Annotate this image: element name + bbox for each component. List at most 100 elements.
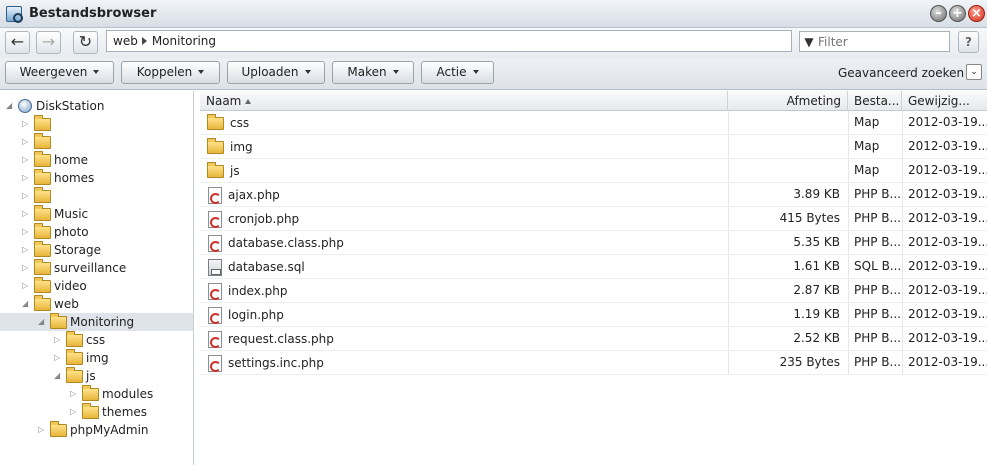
refresh-button[interactable]: ↻ [73,31,98,54]
folder-icon [82,384,99,401]
tree-node-web[interactable]: ◢ web [22,294,79,313]
expand-triangle-icon[interactable]: ▷ [22,138,30,146]
expand-triangle-icon[interactable]: ▷ [22,156,30,164]
expand-triangle-icon[interactable]: ▷ [70,390,78,398]
open-folder-icon [34,294,51,311]
tree-node-phpmyadmin[interactable]: ▷ phpMyAdmin [38,420,149,439]
tree-label: home [54,153,89,167]
weergeven-label: Weergeven [19,65,88,79]
window-controls: – + × [930,5,985,22]
column-label: Afmeting [786,94,841,108]
tree-node-homes[interactable]: ▷ homes [22,168,94,187]
table-row[interactable]: database.class.php 5.35 KB PHP B... 2012… [200,231,987,255]
collapse-triangle-icon[interactable]: ◢ [6,102,14,110]
tree-node-img[interactable]: ▷ img [54,348,109,367]
column-header-type[interactable]: Besta... [848,91,902,111]
tree-label: web [54,297,79,311]
file-type: PHP B... [854,187,900,201]
column-header-size[interactable]: Afmeting [728,91,848,111]
table-row[interactable]: js Map 2012-03-19... [200,159,987,183]
path-segment-web[interactable]: web [113,34,138,48]
tree-label: phpMyAdmin [70,423,149,437]
koppelen-button[interactable]: Koppelen [121,61,220,84]
diskstation-icon [18,99,32,113]
path-segment-monitoring[interactable]: Monitoring [152,34,216,48]
advanced-search-link[interactable]: Geavanceerd zoeken [838,66,964,80]
tree-node-home[interactable]: ▷ home [22,150,89,169]
file-name: login.php [228,307,284,322]
file-date: 2012-03-19... [908,115,987,129]
tree-label: themes [102,405,148,419]
expand-triangle-icon[interactable]: ▷ [54,336,62,344]
expand-triangle-icon[interactable]: ▷ [22,228,30,236]
tree-node-monitoring[interactable]: ◢ Monitoring [38,312,134,331]
maximize-button[interactable]: + [949,5,966,22]
expand-triangle-icon[interactable]: ▷ [54,354,62,362]
table-row[interactable]: settings.inc.php 235 Bytes PHP B... 2012… [200,351,987,375]
expand-triangle-icon[interactable]: ▷ [22,192,30,200]
tree-node-modules[interactable]: ▷ modules [70,384,153,403]
expand-triangle-icon[interactable]: ▷ [22,264,30,272]
collapse-triangle-icon[interactable]: ◢ [22,300,30,308]
folder-icon [207,161,224,178]
file-name: ajax.php [228,187,280,202]
tree-node-video[interactable]: ▷ video [22,276,87,295]
collapse-triangle-icon[interactable]: ◢ [54,372,62,380]
tree-node-music[interactable]: ▷ Music [22,204,89,223]
uploaden-button[interactable]: Uploaden [227,61,325,84]
table-row[interactable]: cronjob.php 415 Bytes PHP B... 2012-03-1… [200,207,987,231]
tree-node-photo[interactable]: ▷ photo [22,222,89,241]
actie-button[interactable]: Actie [421,61,494,84]
filter-box[interactable]: ▼ [799,31,950,52]
expand-triangle-icon[interactable]: ▷ [22,210,30,218]
tree-node-redacted[interactable]: ▷ [22,186,54,205]
back-button[interactable]: ← [5,31,30,54]
tree-node-surveillance[interactable]: ▷ surveillance [22,258,126,277]
minimize-button[interactable]: – [930,5,947,22]
help-button[interactable]: ? [958,31,979,53]
expand-triangle-icon[interactable]: ▷ [22,246,30,254]
tree-node-diskstation[interactable]: ◢ DiskStation [6,97,104,115]
filter-input[interactable] [818,34,946,49]
expand-triangle-icon[interactable]: ▷ [38,426,46,434]
table-row[interactable]: img Map 2012-03-19... [200,135,987,159]
chevron-down-icon [472,70,479,74]
tree-node-js[interactable]: ◢ js [54,366,96,385]
expand-triangle-icon[interactable]: ▷ [22,282,30,290]
weergeven-button[interactable]: Weergeven [5,61,114,84]
table-row[interactable]: ajax.php 3.89 KB PHP B... 2012-03-19... [200,183,987,207]
address-bar[interactable]: web Monitoring [106,30,792,52]
collapse-triangle-icon[interactable]: ◢ [38,318,46,326]
file-date: 2012-03-19... [908,355,987,369]
tree-label: Music [54,207,89,221]
table-row[interactable]: database.sql 1.61 KB SQL B... 2012-03-19… [200,255,987,279]
forward-button[interactable]: → [36,31,61,54]
open-folder-icon [50,312,67,329]
tree-node-themes[interactable]: ▷ themes [70,402,148,421]
close-button[interactable]: × [968,5,985,22]
cell-name: ajax.php [206,183,726,207]
expand-triangle-icon[interactable]: ▷ [22,120,30,128]
expand-triangle-icon[interactable]: ▷ [70,408,78,416]
maken-button[interactable]: Maken [332,61,414,84]
file-name: index.php [228,283,288,298]
column-label: Naam [206,94,242,108]
sql-file-icon [208,258,222,276]
folder-icon [66,348,83,365]
cell-name: css [206,111,726,135]
expand-advanced-button[interactable]: ⌄ [966,64,982,80]
folder-icon [207,113,224,130]
expand-triangle-icon[interactable]: ▷ [22,174,30,182]
table-row[interactable]: index.php 2.87 KB PHP B... 2012-03-19... [200,279,987,303]
table-row[interactable]: login.php 1.19 KB PHP B... 2012-03-19... [200,303,987,327]
tree-node-css[interactable]: ▷ css [54,330,105,349]
folder-icon [34,168,51,185]
column-header-date[interactable]: Gewijzig... [902,91,987,111]
uploaden-label: Uploaden [241,65,299,79]
table-row[interactable]: css Map 2012-03-19... [200,111,987,135]
tree-node-redacted[interactable]: ▷ [22,114,54,133]
tree-node-storage[interactable]: ▷ Storage [22,240,101,259]
table-row[interactable]: request.class.php 2.52 KB PHP B... 2012-… [200,327,987,351]
tree-node-redacted[interactable]: ▷ [22,132,54,151]
column-header-name[interactable]: Naam [200,91,728,111]
